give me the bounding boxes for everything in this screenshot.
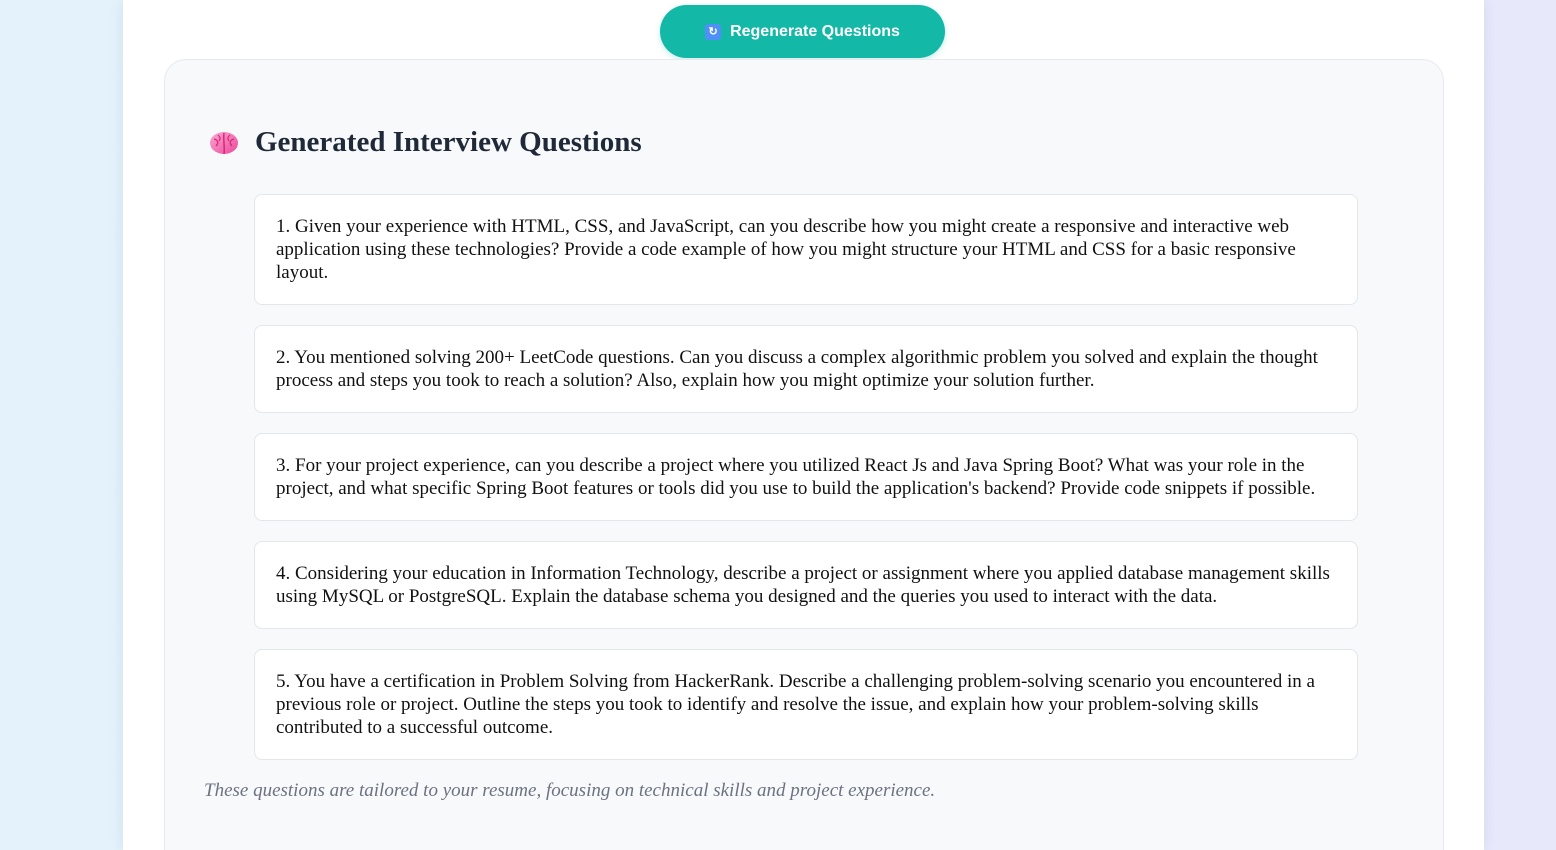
brain-icon [210,131,238,154]
regenerate-button-label: Regenerate Questions [730,22,900,40]
question-text: 4. Considering your education in Informa… [276,563,1330,607]
question-item: 1. Given your experience with HTML, CSS,… [254,194,1358,305]
regenerate-questions-button[interactable]: ↻ Regenerate Questions [660,5,945,58]
refresh-icon: ↻ [705,23,722,40]
section-title: Generated Interview Questions [255,126,642,158]
question-item: 4. Considering your education in Informa… [254,541,1358,629]
question-text: 3. For your project experience, can you … [276,455,1316,499]
question-item: 2. You mentioned solving 200+ LeetCode q… [254,325,1358,413]
section-heading: Generated Interview Questions [208,126,642,159]
question-text: 1. Given your experience with HTML, CSS,… [276,216,1296,283]
question-text: 5. You have a certification in Problem S… [276,671,1315,738]
question-item: 5. You have a certification in Problem S… [254,649,1358,760]
question-text: 2. You mentioned solving 200+ LeetCode q… [276,347,1318,391]
question-item: 3. For your project experience, can you … [254,433,1358,521]
footnote: These questions are tailored to your res… [204,780,936,801]
